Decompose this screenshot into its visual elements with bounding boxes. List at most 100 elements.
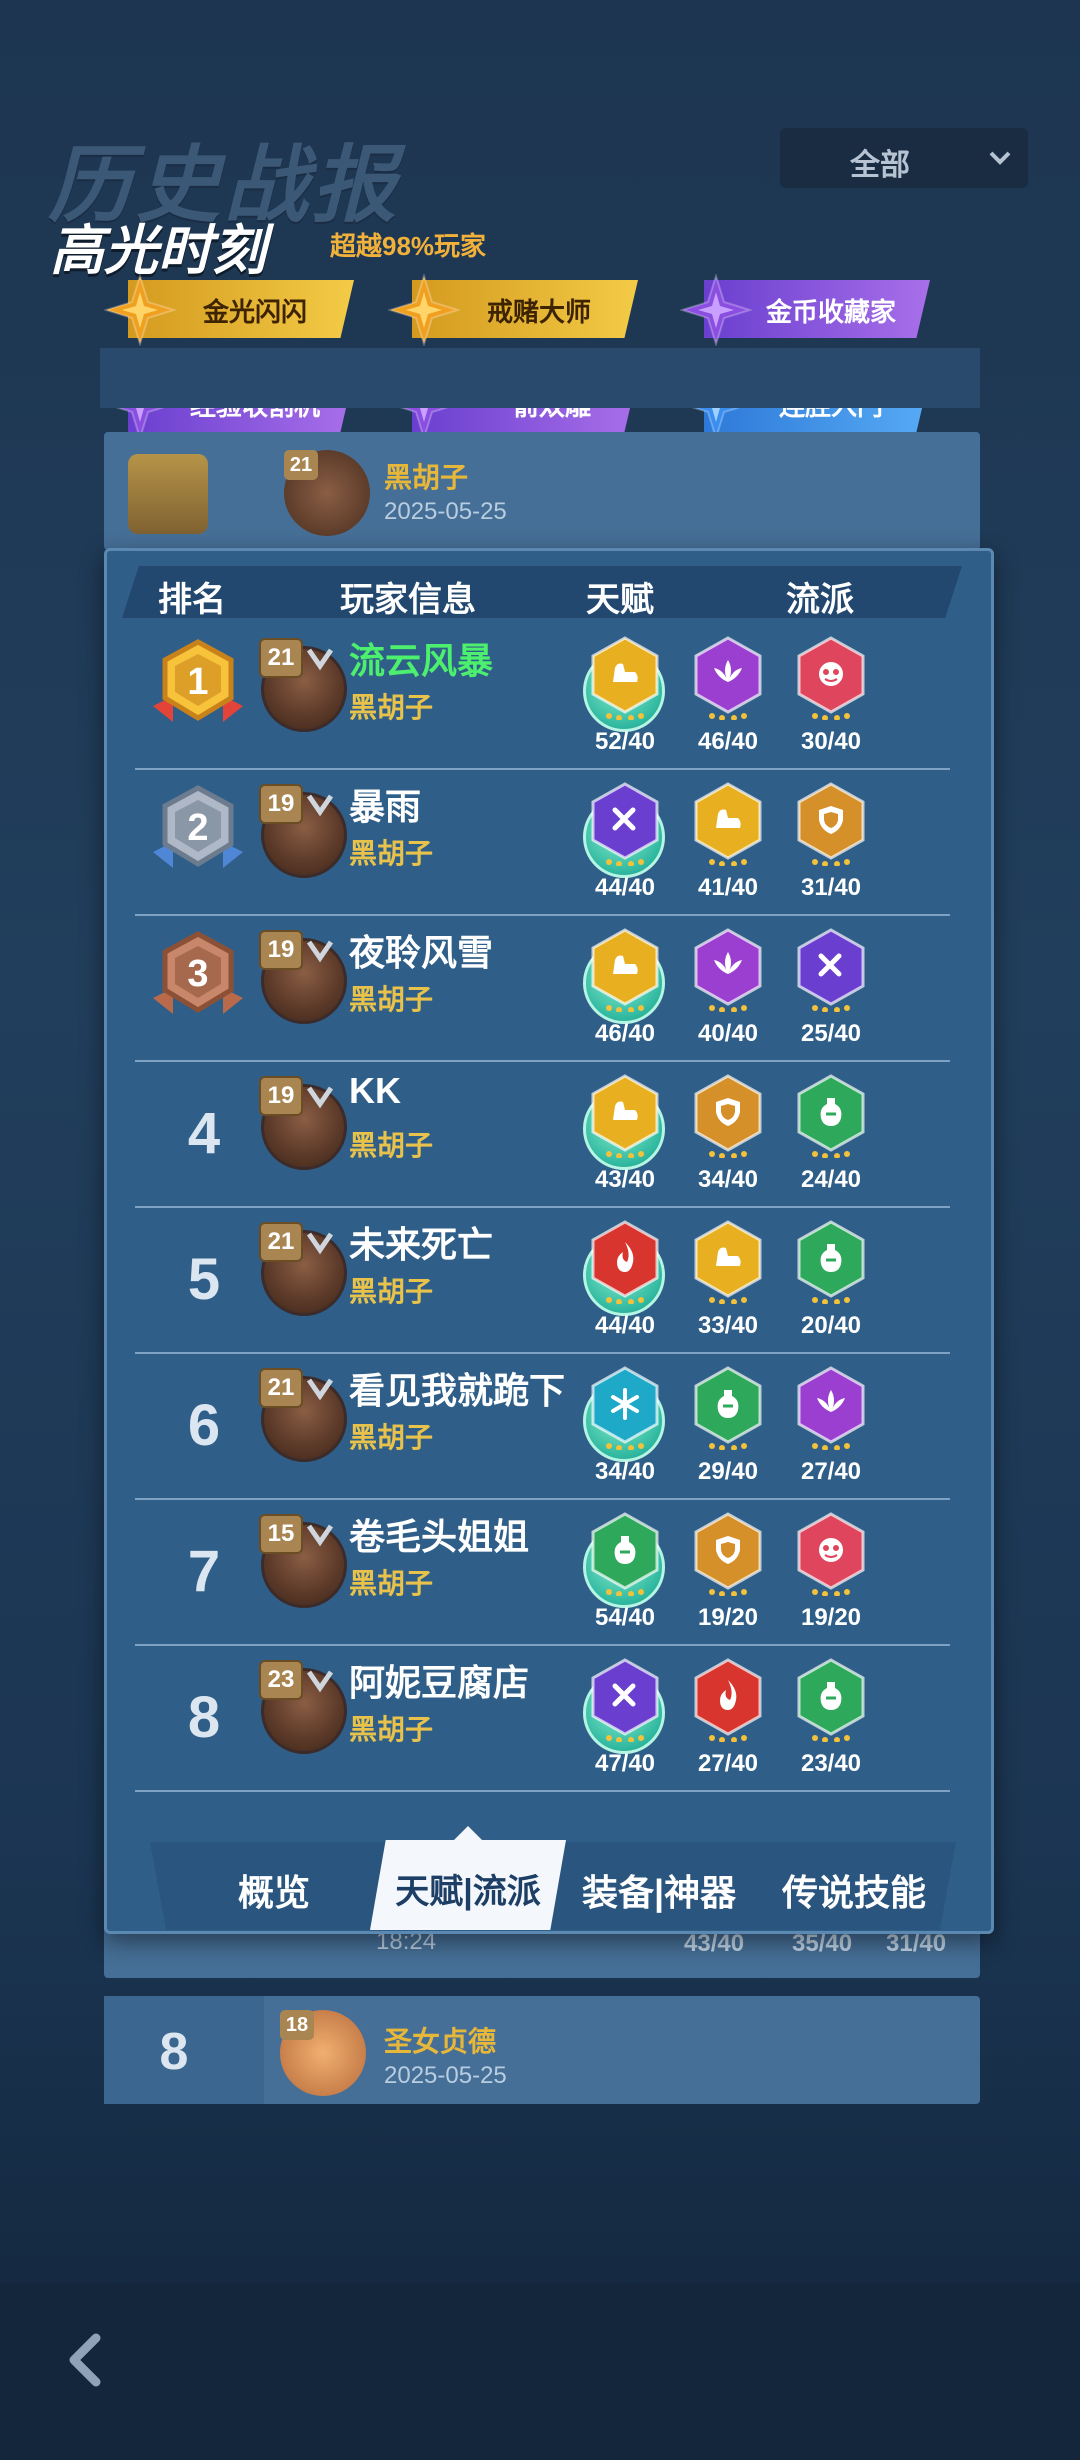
- region-filter-dropdown[interactable]: 全部: [780, 128, 1028, 188]
- school-lotus-icon[interactable]: [692, 636, 764, 720]
- school-arm-icon[interactable]: [692, 782, 764, 866]
- school-face-icon[interactable]: [795, 1512, 867, 1596]
- ranking-row[interactable]: 8 23 阿妮豆腐店 黑胡子 47/40 27/40 23/40: [135, 1646, 950, 1792]
- school-count: 29/40: [697, 1458, 759, 1485]
- school-lotus-icon[interactable]: [692, 928, 764, 1012]
- record-date: 2025-05-25: [384, 2062, 507, 2089]
- school-shield-icon[interactable]: [692, 1074, 764, 1158]
- school-count: 34/40: [594, 1458, 656, 1485]
- ranking-row[interactable]: 2 19 暴雨黑胡子 44/40 41/40 31/40: [135, 770, 950, 916]
- beat-percentage-text: 超越98%玩家: [330, 231, 487, 261]
- school-lotus-icon[interactable]: [795, 1366, 867, 1450]
- row-divider: [135, 1790, 950, 1792]
- school-face-icon[interactable]: [795, 636, 867, 720]
- chevron-rank-icon: [307, 1378, 333, 1401]
- school-arm-icon[interactable]: [589, 636, 661, 720]
- tab-legend-skill[interactable]: 传说技能: [782, 1864, 926, 1916]
- ranking-row[interactable]: 4 19 KK 黑胡子 43/40 34/40 24/40: [135, 1062, 950, 1208]
- hero-level-badge: 15: [259, 1514, 303, 1554]
- school-bottle-icon[interactable]: [795, 1658, 867, 1742]
- achievement-badge[interactable]: 金光闪闪: [104, 274, 354, 346]
- rank-1-medal-icon: [128, 454, 208, 534]
- school-arm-icon[interactable]: [692, 1220, 764, 1304]
- star-medal-icon: [680, 274, 752, 346]
- ranking-row[interactable]: 5 21 未来死亡 黑胡子 44/40 33/40 20/40: [135, 1208, 950, 1354]
- school-count: 52/40: [594, 728, 656, 755]
- background-record-row[interactable]: 21 黑胡子 2025-05-25: [104, 432, 980, 550]
- tab-equipment-artifact[interactable]: 装备|神器: [582, 1864, 736, 1916]
- hero-name: 圣女贞德: [384, 2026, 497, 2057]
- record-date: 2025-05-25: [384, 498, 507, 525]
- hero-level-badge: 19: [259, 784, 303, 824]
- hero-name: 黑胡子: [349, 1422, 434, 1453]
- school-sword-icon[interactable]: [589, 1658, 661, 1742]
- player-name: 阿妮豆腐店: [349, 1662, 530, 1703]
- school-bottle-icon[interactable]: [589, 1512, 661, 1596]
- ranking-row[interactable]: 3 19 夜聆风雪 黑胡子 46/40 40/40 25/40: [135, 916, 950, 1062]
- achievement-badge[interactable]: 戒赌大师: [388, 274, 638, 346]
- player-name: 暴雨: [349, 786, 422, 827]
- chevron-rank-icon: [307, 1232, 333, 1255]
- school-fire-icon[interactable]: [589, 1220, 661, 1304]
- tab-overview[interactable]: 概览: [238, 1864, 310, 1916]
- school-count: 27/40: [697, 1750, 759, 1777]
- hero-level-badge: 23: [259, 1660, 303, 1700]
- achievement-badge[interactable]: 金币收藏家: [680, 274, 930, 346]
- school-count: 43/40: [684, 1930, 745, 1957]
- player-name: 流云风暴: [349, 640, 494, 681]
- chevron-rank-icon: [307, 794, 333, 817]
- hero-level-badge: 21: [259, 1368, 303, 1408]
- rank-number: 4: [187, 1101, 221, 1166]
- school-count: 44/40: [594, 1312, 656, 1339]
- school-count: 23/40: [800, 1750, 862, 1777]
- school-bottle-icon[interactable]: [795, 1220, 867, 1304]
- back-arrow-icon[interactable]: [58, 2330, 118, 2390]
- hero-level-badge: 21: [284, 450, 318, 480]
- star-medal-icon: [104, 274, 176, 346]
- school-sword-icon[interactable]: [795, 928, 867, 1012]
- school-count: 24/40: [800, 1166, 862, 1193]
- star-medal-icon: [388, 274, 460, 346]
- hero-level-badge: 21: [259, 1222, 303, 1262]
- bottom-bar: [0, 2282, 1080, 2460]
- rank-medal-icon: 2: [153, 785, 243, 868]
- ranking-row[interactable]: 6 21 看见我就跪下 黑胡子 34/40 29/40 27/40: [135, 1354, 950, 1500]
- chevron-rank-icon: [307, 648, 333, 671]
- school-bottle-icon[interactable]: [795, 1074, 867, 1158]
- rank-number: 7: [187, 1539, 221, 1604]
- school-count: 44/40: [594, 874, 656, 901]
- rank-number: 3: [187, 953, 208, 995]
- school-count: 31/40: [800, 874, 862, 901]
- school-count: 41/40: [697, 874, 759, 901]
- player-name: 夜聆风雪: [349, 932, 494, 973]
- filter-label: 全部: [850, 149, 910, 182]
- player-name: 未来死亡: [349, 1224, 494, 1265]
- school-count: 54/40: [594, 1604, 656, 1631]
- player-name: 卷毛头姐姐: [349, 1516, 530, 1557]
- hero-name: 黑胡子: [349, 838, 434, 869]
- school-fire-icon[interactable]: [692, 1658, 764, 1742]
- hero-name: 黑胡子: [349, 1568, 434, 1599]
- player-name: KK: [349, 1070, 401, 1111]
- school-bottle-icon[interactable]: [692, 1366, 764, 1450]
- hero-level-badge: 21: [259, 638, 303, 678]
- school-arm-icon[interactable]: [589, 1074, 661, 1158]
- school-shield-icon[interactable]: [692, 1512, 764, 1596]
- rank-number: 6: [187, 1393, 221, 1458]
- school-count: 46/40: [594, 1020, 656, 1047]
- rank-number: 2: [187, 807, 208, 849]
- school-snowflake-icon[interactable]: [589, 1366, 661, 1450]
- school-count: 40/40: [697, 1020, 759, 1047]
- school-count: 20/40: [800, 1312, 862, 1339]
- school-count: 35/40: [792, 1930, 853, 1957]
- column-header-school: 流派: [786, 581, 854, 619]
- hero-name: 黑胡子: [349, 1130, 434, 1161]
- ranking-row[interactable]: 1 21 流云风暴 黑胡子 52/40 46/40 30/40: [135, 624, 950, 770]
- school-sword-icon[interactable]: [589, 782, 661, 866]
- school-shield-icon[interactable]: [795, 782, 867, 866]
- background-record-row[interactable]: 8 18 圣女贞德 2025-05-25: [104, 1996, 980, 2104]
- rank-medal-icon: 1: [153, 639, 243, 722]
- ranking-row[interactable]: 7 15 卷毛头姐姐 黑胡子 54/40 19/20 19/20: [135, 1500, 950, 1646]
- school-arm-icon[interactable]: [589, 928, 661, 1012]
- chevron-rank-icon: [307, 1524, 333, 1547]
